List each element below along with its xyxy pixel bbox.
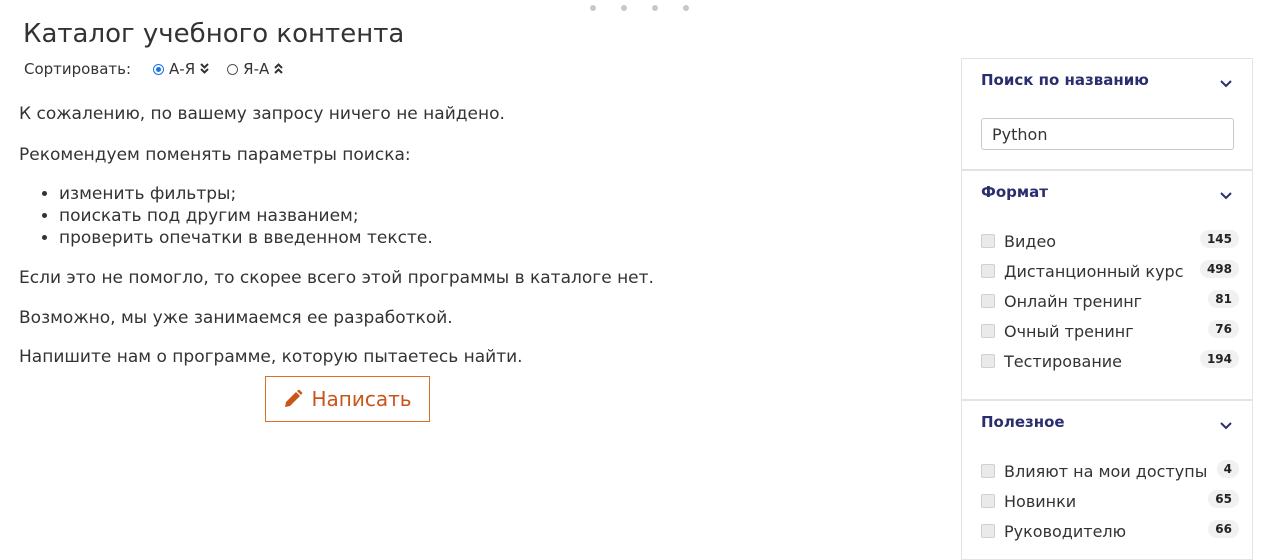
count-badge: 66 xyxy=(1208,520,1239,538)
filter-label: Очный тренинг xyxy=(1004,321,1134,341)
filter-label: Дистанционный курс xyxy=(1004,261,1184,281)
not-found-text: К сожалению, по вашему запросу ничего не… xyxy=(19,104,505,124)
developing-text: Возможно, мы уже занимаемся ее разработк… xyxy=(19,308,453,328)
filter-label: Новинки xyxy=(1004,491,1077,511)
count-badge: 145 xyxy=(1199,230,1239,248)
filter-item-manager[interactable]: Руководителю 66 xyxy=(981,520,1239,542)
sort-option-za-label: Я-А xyxy=(243,60,270,78)
search-panel: Поиск по названию xyxy=(961,58,1253,170)
sort-option-az-label: А-Я xyxy=(169,60,196,78)
list-item: проверить опечатки в введенном тексте. xyxy=(59,227,433,249)
format-panel: Формат Видео 145 Дистанционный курс 498 … xyxy=(961,170,1253,400)
filter-label: Влияют на мои доступы xyxy=(1004,461,1208,481)
list-item: поискать под другим названием; xyxy=(59,205,433,227)
sort-option-za[interactable]: Я-А xyxy=(227,60,283,78)
sort-option-az[interactable]: А-Я xyxy=(153,60,209,78)
useful-panel-title[interactable]: Полезное xyxy=(981,413,1065,431)
pencil-icon xyxy=(285,389,303,407)
not-helped-text: Если это не помогло, то скорее всего это… xyxy=(19,268,654,288)
recommend-text: Рекомендуем поменять параметры поиска: xyxy=(19,145,411,165)
sort-controls: Сортировать: А-Я Я-А xyxy=(24,60,301,78)
chevron-down-icon[interactable] xyxy=(1220,73,1232,92)
checkbox[interactable] xyxy=(981,494,995,508)
filter-label: Тестирование xyxy=(1004,351,1123,371)
filter-item-distance-course[interactable]: Дистанционный курс 498 xyxy=(981,260,1239,282)
count-badge: 498 xyxy=(1199,260,1239,278)
radio-az[interactable] xyxy=(153,63,165,75)
write-button-label: Написать xyxy=(311,387,412,411)
filter-label: Онлайн тренинг xyxy=(1004,291,1143,311)
tips-list: изменить фильтры; поискать под другим на… xyxy=(19,183,433,249)
filter-item-inperson-training[interactable]: Очный тренинг 76 xyxy=(981,320,1239,342)
count-badge: 76 xyxy=(1208,320,1239,338)
radio-za[interactable] xyxy=(227,63,239,75)
count-badge: 65 xyxy=(1208,490,1239,508)
double-chevron-down-icon xyxy=(200,62,209,76)
loading-dots xyxy=(590,0,714,15)
double-chevron-up-icon xyxy=(274,62,283,76)
checkbox[interactable] xyxy=(981,354,995,368)
page-title: Каталог учебного контента xyxy=(23,19,405,49)
filter-item-online-training[interactable]: Онлайн тренинг 81 xyxy=(981,290,1239,312)
checkbox[interactable] xyxy=(981,234,995,248)
checkbox[interactable] xyxy=(981,324,995,338)
count-badge: 194 xyxy=(1199,350,1239,368)
checkbox[interactable] xyxy=(981,264,995,278)
checkbox[interactable] xyxy=(981,524,995,538)
checkbox[interactable] xyxy=(981,294,995,308)
count-badge: 81 xyxy=(1208,290,1239,308)
search-input[interactable] xyxy=(981,118,1234,150)
chevron-down-icon[interactable] xyxy=(1220,185,1232,204)
filter-item-new[interactable]: Новинки 65 xyxy=(981,490,1239,512)
write-button[interactable]: Написать xyxy=(265,376,430,422)
search-panel-title[interactable]: Поиск по названию xyxy=(981,71,1149,89)
chevron-down-icon[interactable] xyxy=(1220,415,1232,434)
count-badge: 4 xyxy=(1216,460,1239,478)
filter-item-testing[interactable]: Тестирование 194 xyxy=(981,350,1239,372)
checkbox[interactable] xyxy=(981,464,995,478)
filter-label: Видео xyxy=(1004,231,1057,251)
sort-label: Сортировать: xyxy=(24,60,132,78)
list-item: изменить фильтры; xyxy=(59,183,433,205)
filter-label: Руководителю xyxy=(1004,521,1127,541)
useful-panel: Полезное Влияют на мои доступы 4 Новинки… xyxy=(961,400,1253,560)
filter-item-affect-access[interactable]: Влияют на мои доступы 4 xyxy=(981,460,1239,482)
write-us-text: Напишите нам о программе, которую пытает… xyxy=(19,347,523,367)
filter-item-video[interactable]: Видео 145 xyxy=(981,230,1239,252)
format-panel-title[interactable]: Формат xyxy=(981,183,1048,201)
